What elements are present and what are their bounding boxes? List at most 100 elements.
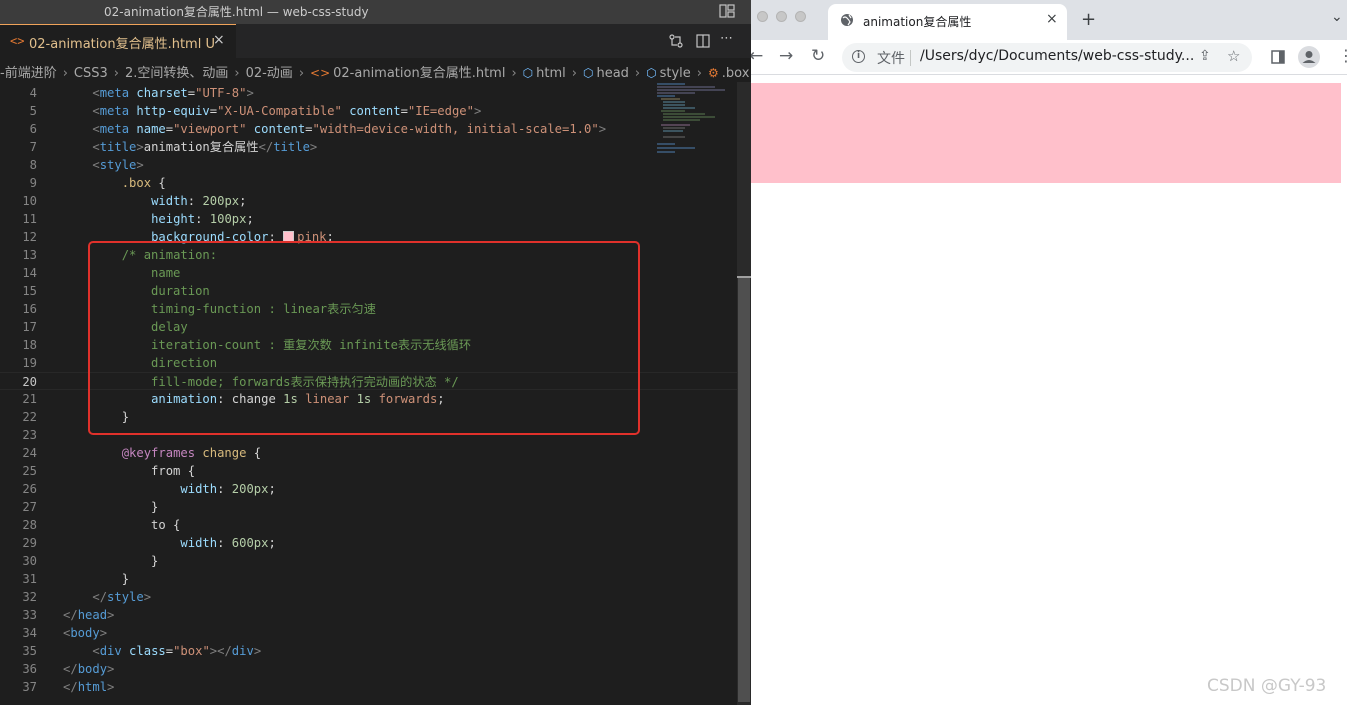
code-line[interactable]: 25 from { xyxy=(0,462,751,480)
compare-changes-icon[interactable] xyxy=(668,33,684,49)
breadcrumb-item[interactable]: .box xyxy=(722,66,750,81)
tab-search-icon[interactable]: ⌄ xyxy=(1331,9,1343,25)
code-line[interactable]: 33 </head> xyxy=(0,606,751,624)
line-number: 19 xyxy=(22,356,37,370)
split-editor-icon[interactable] xyxy=(695,33,711,49)
window-close-button[interactable] xyxy=(757,11,768,22)
window-minimize-button[interactable] xyxy=(776,11,787,22)
code-line[interactable]: 6 <meta name="viewport" content="width=d… xyxy=(0,120,751,138)
code-line[interactable]: 35 <div class="box"></div> xyxy=(0,642,751,660)
window-zoom-button[interactable] xyxy=(795,11,806,22)
chevron-right-icon: › xyxy=(511,66,517,81)
code-line[interactable]: 37 </html> xyxy=(0,678,751,696)
code-text: <title>animation复合属性</title> xyxy=(92,140,318,154)
editor-tab[interactable]: <> 02-animation复合属性.html U × xyxy=(0,24,236,58)
breadcrumb-item[interactable]: 02-animation复合属性.html xyxy=(333,66,505,81)
editor-scrollbar[interactable] xyxy=(737,82,751,705)
line-number: 8 xyxy=(29,158,37,172)
symbol-cube-icon: ⬡ xyxy=(522,66,534,80)
line-number: 25 xyxy=(22,464,37,478)
line-number: 11 xyxy=(22,212,37,226)
close-tab-icon[interactable]: × xyxy=(213,32,225,48)
line-number: 5 xyxy=(29,104,37,118)
code-line[interactable]: 31 } xyxy=(0,570,751,588)
chevron-right-icon: › xyxy=(634,66,641,81)
code-line[interactable]: 29 width: 600px; xyxy=(0,534,751,552)
close-tab-icon[interactable]: × xyxy=(1046,11,1058,27)
more-actions-icon[interactable]: ⋯ xyxy=(720,31,733,46)
reload-button[interactable]: ↻ xyxy=(811,46,825,66)
line-number: 4 xyxy=(29,86,37,100)
code-line[interactable]: 4 <meta charset="UTF-8"> xyxy=(0,84,751,102)
title-bar: 02-animation复合属性.html — web-css-study xyxy=(0,0,751,24)
code-text: from { xyxy=(63,464,196,478)
breadcrumb-item[interactable]: -前端进阶 xyxy=(0,66,57,81)
window-title: 02-animation复合属性.html — web-css-study xyxy=(104,5,369,19)
back-button[interactable]: ← xyxy=(751,46,763,66)
code-line[interactable]: 8 <style> xyxy=(0,156,751,174)
breadcrumb: -前端进阶 › CSS3 › 2.空间转换、动画 › 02-动画 › <> 02-animatio… xyxy=(0,58,751,82)
symbol-cube-icon: ⬡ xyxy=(646,66,657,80)
share-icon[interactable]: ⇪ xyxy=(1199,48,1211,64)
line-number: 13 xyxy=(22,248,37,262)
code-text: <div class="box"></div> xyxy=(92,644,262,658)
line-number: 12 xyxy=(22,230,37,244)
side-panel-icon[interactable] xyxy=(1270,49,1286,65)
code-text: height: 100px; xyxy=(151,212,254,226)
code-line[interactable]: 27 } xyxy=(0,498,751,516)
code-line[interactable]: 30 } xyxy=(0,552,751,570)
code-text: <meta name="viewport" content="width=dev… xyxy=(92,122,607,136)
line-number: 9 xyxy=(29,176,37,190)
code-line[interactable]: 34 <body> xyxy=(0,624,751,642)
more-menu-icon[interactable]: ⋮ xyxy=(1338,46,1347,65)
breadcrumb-item[interactable]: CSS3 xyxy=(74,66,108,81)
profile-avatar-icon[interactable] xyxy=(1298,46,1320,68)
line-number: 24 xyxy=(22,446,37,460)
breadcrumb-item[interactable]: style xyxy=(660,66,691,81)
line-number: 29 xyxy=(22,536,37,550)
address-bar[interactable]: i 文件 /Users/dyc/Documents/web-css-study.… xyxy=(842,43,1252,72)
layout-icon[interactable] xyxy=(718,2,736,20)
code-line[interactable]: 11 height: 100px; xyxy=(0,210,751,228)
browser-tab-title: animation复合属性 xyxy=(863,15,972,29)
file-scheme-label: 文件 xyxy=(877,51,905,67)
code-line[interactable]: 36 </body> xyxy=(0,660,751,678)
line-number: 30 xyxy=(22,554,37,568)
watermark: CSDN @GY-93 xyxy=(1207,676,1327,696)
code-line[interactable]: 26 width: 200px; xyxy=(0,480,751,498)
minimap[interactable] xyxy=(655,82,735,162)
breadcrumb-item[interactable]: html xyxy=(536,66,566,81)
browser-toolbar: ← → ↻ i 文件 /Users/dyc/Documents/web-css-… xyxy=(751,40,1347,75)
symbol-cube-icon: ⬡ xyxy=(582,66,594,80)
url-text[interactable]: /Users/dyc/Documents/web-css-study... xyxy=(920,48,1194,64)
code-line[interactable]: 9 .box { xyxy=(0,174,751,192)
code-text: <style> xyxy=(92,158,144,172)
code-line[interactable]: 10 width: 200px; xyxy=(0,192,751,210)
line-number: 6 xyxy=(29,122,37,136)
code-line[interactable]: 24 @keyframes change { xyxy=(0,444,751,462)
scrollbar-thumb[interactable] xyxy=(738,278,750,702)
new-tab-button[interactable]: + xyxy=(1081,9,1096,30)
code-line[interactable]: 32 </style> xyxy=(0,588,751,606)
forward-button[interactable]: → xyxy=(779,46,793,66)
code-line[interactable]: 7 <title>animation复合属性</title> xyxy=(0,138,751,156)
vscode-window: 02-animation复合属性.html — web-css-study <>… xyxy=(0,0,751,705)
line-number: 23 xyxy=(22,428,37,442)
code-text: </head> xyxy=(63,608,115,622)
code-text: to { xyxy=(63,518,181,532)
info-icon[interactable]: i xyxy=(852,50,865,63)
editor-tab-bar: <> 02-animation复合属性.html U × ⋯ xyxy=(0,24,751,58)
line-number: 34 xyxy=(22,626,37,640)
code-line[interactable]: 5 <meta http-equiv="X-UA-Compatible" con… xyxy=(0,102,751,120)
code-text: .box { xyxy=(121,176,166,190)
breadcrumb-item[interactable]: 02-动画 xyxy=(246,66,293,81)
chevron-right-icon: › xyxy=(696,66,702,81)
breadcrumb-item[interactable]: head xyxy=(596,66,628,81)
code-text: <meta http-equiv="X-UA-Compatible" conte… xyxy=(92,104,482,118)
bookmark-star-icon[interactable]: ☆ xyxy=(1227,47,1240,65)
code-line[interactable]: 28 to { xyxy=(0,516,751,534)
breadcrumb-item[interactable]: 2.空间转换、动画 xyxy=(125,66,228,81)
line-number: 18 xyxy=(22,338,37,352)
browser-tab[interactable]: animation复合属性 × xyxy=(828,4,1067,40)
line-number: 17 xyxy=(22,320,37,334)
